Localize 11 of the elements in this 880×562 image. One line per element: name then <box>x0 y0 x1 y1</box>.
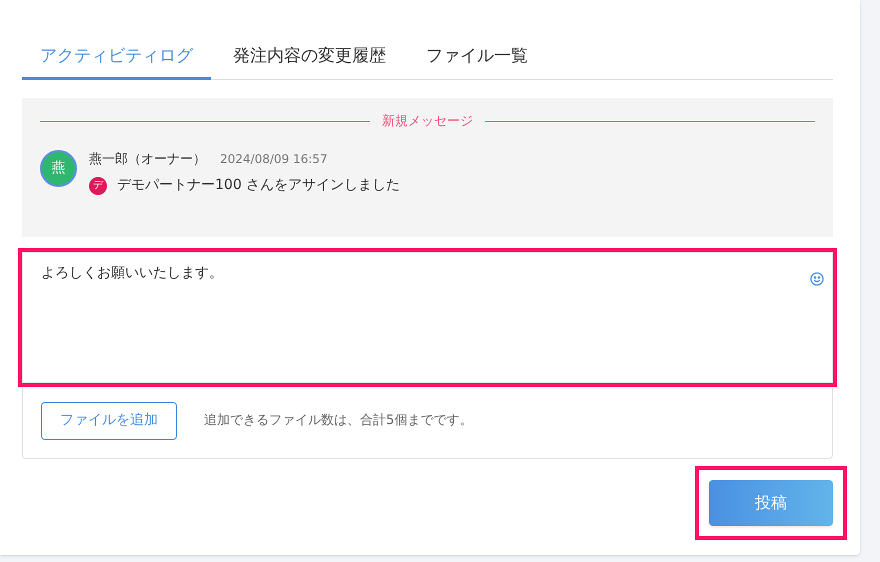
tab[interactable]: 発注内容の変更履歴 <box>215 36 404 80</box>
author-name: 燕一郎（オーナー） <box>89 150 206 168</box>
activity-message: デモパートナー100 さんをアサインしました <box>117 176 400 195</box>
message-input[interactable]: よろしくお願いいたします。 <box>22 252 833 383</box>
timestamp: 2024/08/09 16:57 <box>220 150 328 168</box>
file-limit-note: 追加できるファイル数は、合計5個までです。 <box>204 412 472 430</box>
new-message-divider-label: 新規メッセージ <box>382 113 473 131</box>
tab[interactable]: ファイル一覧 <box>408 36 546 80</box>
user-avatar: 燕 <box>40 150 77 186</box>
emoji-icon[interactable] <box>810 272 824 286</box>
partner-badge: デ <box>89 176 107 194</box>
